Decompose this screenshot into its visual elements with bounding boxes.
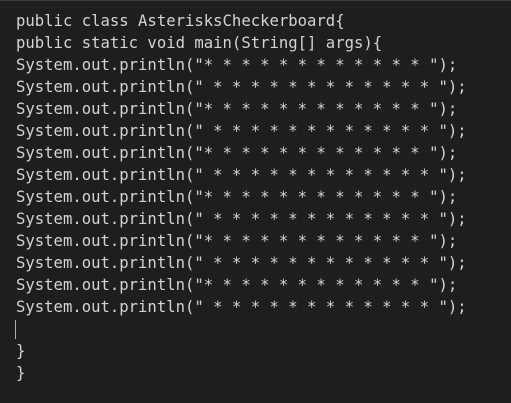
- code-line-println[interactable]: System.out.println(" * * * * * * * * * *…: [16, 296, 511, 318]
- code-line-closing-brace[interactable]: }: [16, 362, 511, 384]
- code-line-closing-brace[interactable]: }: [16, 340, 511, 362]
- code-line-println[interactable]: System.out.println(" * * * * * * * * * *…: [16, 208, 511, 230]
- code-line-println[interactable]: System.out.println(" * * * * * * * * * *…: [16, 76, 511, 98]
- code-line-println[interactable]: System.out.println("* * * * * * * * * * …: [16, 98, 511, 120]
- code-line-println[interactable]: System.out.println(" * * * * * * * * * *…: [16, 252, 511, 274]
- code-line-empty[interactable]: [15, 318, 511, 340]
- code-line-main-method[interactable]: public static void main(String[] args){: [16, 32, 511, 54]
- code-line-println[interactable]: System.out.println("* * * * * * * * * * …: [16, 230, 511, 252]
- code-editor[interactable]: public class AsterisksCheckerboard{ publ…: [0, 0, 511, 403]
- code-line-class-declaration[interactable]: public class AsterisksCheckerboard{: [16, 10, 511, 32]
- code-line-println[interactable]: System.out.println("* * * * * * * * * * …: [16, 274, 511, 296]
- code-line-println[interactable]: System.out.println(" * * * * * * * * * *…: [16, 164, 511, 186]
- code-line-println[interactable]: System.out.println(" * * * * * * * * * *…: [16, 120, 511, 142]
- code-line-println[interactable]: System.out.println("* * * * * * * * * * …: [16, 142, 511, 164]
- text-caret: [15, 320, 16, 339]
- code-line-println[interactable]: System.out.println("* * * * * * * * * * …: [16, 186, 511, 208]
- code-line-println[interactable]: System.out.println("* * * * * * * * * * …: [16, 54, 511, 76]
